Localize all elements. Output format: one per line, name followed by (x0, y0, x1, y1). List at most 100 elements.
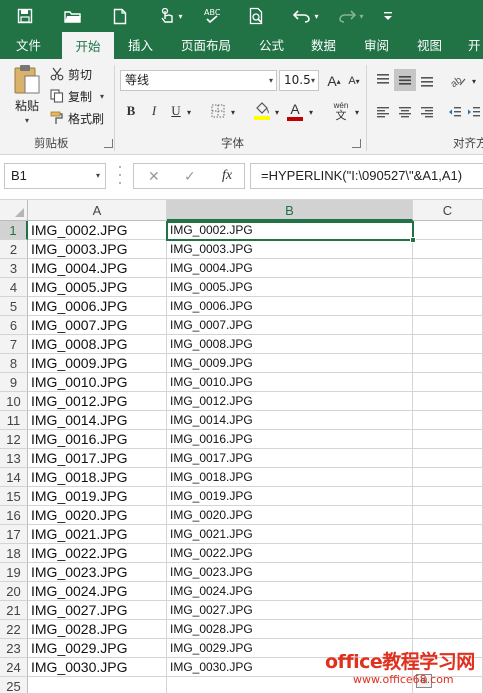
print-preview-icon[interactable] (246, 4, 268, 28)
tab-formulas[interactable]: 公式 (259, 32, 284, 59)
row-header[interactable]: 13 (0, 449, 28, 468)
cell-b[interactable]: IMG_0004.JPG (167, 259, 413, 278)
cell-c[interactable] (413, 259, 483, 278)
borders-button[interactable] (208, 101, 228, 121)
align-center-button[interactable] (395, 101, 415, 123)
tab-view[interactable]: 视图 (417, 32, 442, 59)
cell-a[interactable]: IMG_0022.JPG (28, 544, 167, 563)
cell-a[interactable]: IMG_0016.JPG (28, 430, 167, 449)
row-header[interactable]: 5 (0, 297, 28, 316)
phonetic-guide-button[interactable]: wén 文 (330, 99, 352, 123)
cell-a[interactable]: IMG_0014.JPG (28, 411, 167, 430)
touch-mode-icon[interactable]: ▾ (154, 4, 188, 28)
cell-b[interactable]: IMG_0003.JPG (167, 240, 413, 259)
cell-c[interactable] (413, 354, 483, 373)
align-left-button[interactable] (373, 101, 393, 123)
cell-c[interactable] (413, 297, 483, 316)
save-icon[interactable] (14, 4, 36, 28)
clipboard-launcher-icon[interactable] (104, 139, 113, 148)
open-folder-icon[interactable] (61, 4, 85, 28)
row-header[interactable]: 19 (0, 563, 28, 582)
row-header[interactable]: 20 (0, 582, 28, 601)
cell-b[interactable]: IMG_0017.JPG (167, 449, 413, 468)
cell-c[interactable] (413, 278, 483, 297)
column-header-a[interactable]: A (28, 200, 167, 221)
cell-a[interactable]: IMG_0012.JPG (28, 392, 167, 411)
cell-b[interactable]: IMG_0009.JPG (167, 354, 413, 373)
row-header[interactable]: 21 (0, 601, 28, 620)
cancel-button[interactable]: ✕ (148, 164, 160, 188)
cell-c[interactable] (413, 392, 483, 411)
row-header[interactable]: 12 (0, 430, 28, 449)
new-file-icon[interactable] (109, 4, 131, 28)
increase-indent-button[interactable] (465, 101, 483, 123)
cell-b[interactable]: IMG_0020.JPG (167, 506, 413, 525)
row-header[interactable]: 15 (0, 487, 28, 506)
tab-review[interactable]: 审阅 (364, 32, 389, 59)
cell-b[interactable]: IMG_0006.JPG (167, 297, 413, 316)
cell-c[interactable] (413, 487, 483, 506)
cell-b[interactable]: IMG_0028.JPG (167, 620, 413, 639)
grow-font-button[interactable]: A ▴ (325, 71, 343, 91)
cell-a[interactable]: IMG_0030.JPG (28, 658, 167, 677)
font-size-combo[interactable]: 10.5 ▾ (279, 70, 319, 91)
borders-dropdown-icon[interactable]: ▾ (228, 106, 238, 118)
cell-b[interactable]: IMG_0022.JPG (167, 544, 413, 563)
cell-c[interactable] (413, 620, 483, 639)
font-color-button[interactable]: A (286, 99, 304, 123)
cell-a[interactable]: IMG_0003.JPG (28, 240, 167, 259)
cell-a[interactable]: IMG_0019.JPG (28, 487, 167, 506)
cell-c[interactable] (413, 240, 483, 259)
cell-b[interactable]: IMG_0014.JPG (167, 411, 413, 430)
cell-c[interactable] (413, 449, 483, 468)
cell-c[interactable] (413, 221, 483, 240)
enter-button[interactable]: ✓ (184, 164, 196, 188)
cell-a[interactable]: IMG_0017.JPG (28, 449, 167, 468)
align-top-button[interactable] (373, 69, 393, 91)
row-header[interactable]: 24 (0, 658, 28, 677)
cell-b[interactable]: IMG_0021.JPG (167, 525, 413, 544)
cell-a[interactable]: IMG_0018.JPG (28, 468, 167, 487)
insert-function-button[interactable]: fx (222, 164, 232, 188)
cell-a[interactable]: IMG_0021.JPG (28, 525, 167, 544)
cell-c[interactable] (413, 582, 483, 601)
orientation-dropdown-icon[interactable]: ▾ (469, 75, 479, 87)
cell-a[interactable]: IMG_0009.JPG (28, 354, 167, 373)
font-name-combo[interactable]: 等线 ▾ (120, 70, 277, 91)
cell-a[interactable]: IMG_0007.JPG (28, 316, 167, 335)
cell-c[interactable] (413, 544, 483, 563)
format-painter-button[interactable]: 格式刷 (50, 108, 104, 128)
row-header[interactable]: 14 (0, 468, 28, 487)
cell-c[interactable] (413, 468, 483, 487)
cell-c[interactable] (413, 335, 483, 354)
align-middle-button[interactable] (394, 69, 416, 91)
cell-a[interactable]: IMG_0006.JPG (28, 297, 167, 316)
fill-handle[interactable] (410, 237, 416, 243)
paste-button[interactable]: 粘贴 ▾ (8, 63, 46, 127)
name-box[interactable]: B1 ▾ (4, 163, 106, 189)
orientation-button[interactable]: ab (447, 69, 469, 91)
tab-file[interactable]: 文件 (16, 32, 41, 59)
italic-button[interactable]: I (145, 101, 163, 121)
font-launcher-icon[interactable] (352, 139, 361, 148)
row-header[interactable]: 2 (0, 240, 28, 259)
row-header[interactable]: 22 (0, 620, 28, 639)
row-header[interactable]: 6 (0, 316, 28, 335)
cell-b[interactable]: IMG_0023.JPG (167, 563, 413, 582)
tab-insert[interactable]: 插入 (128, 32, 153, 59)
cell-a[interactable]: IMG_0028.JPG (28, 620, 167, 639)
tab-data[interactable]: 数据 (311, 32, 336, 59)
resize-handle-icon[interactable] (118, 166, 122, 184)
row-header[interactable]: 8 (0, 354, 28, 373)
tab-home[interactable]: 开始 (62, 32, 114, 59)
shrink-font-button[interactable]: A ▾ (345, 71, 363, 91)
row-header[interactable]: 23 (0, 639, 28, 658)
cell-b[interactable]: IMG_0019.JPG (167, 487, 413, 506)
redo-icon[interactable]: ▾ (334, 4, 368, 28)
row-header[interactable]: 9 (0, 373, 28, 392)
cell-a[interactable]: IMG_0024.JPG (28, 582, 167, 601)
cut-button[interactable]: 剪切 (50, 64, 92, 84)
cell-a[interactable]: IMG_0002.JPG (28, 221, 167, 240)
cell-a[interactable]: IMG_0010.JPG (28, 373, 167, 392)
undo-icon[interactable]: ▾ (288, 4, 324, 28)
